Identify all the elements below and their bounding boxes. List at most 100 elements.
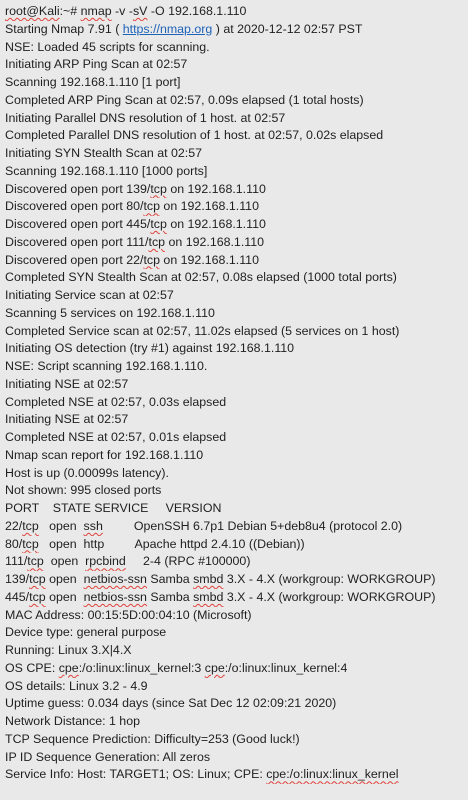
- spellcheck-flagged-word: sV: [132, 4, 148, 18]
- line-text: :/o:linux:linux_kernel:3: [78, 660, 205, 675]
- line-text: NSE: Script scanning 192.168.1.110.: [5, 359, 208, 373]
- line-text: Initiating ARP Ping Scan at 02:57: [5, 57, 188, 72]
- terminal-line: Device type: general purpose: [5, 624, 468, 642]
- spellcheck-flagged-word: tcp: [143, 199, 160, 214]
- line-text: Initiating Parallel DNS resolution of 1 …: [5, 110, 286, 125]
- line-text: open: [43, 554, 86, 569]
- terminal-line: Network Distance: 1 hop: [5, 713, 468, 731]
- spellcheck-flagged-word: smbd: [193, 572, 224, 586]
- spellcheck-flagged-word: root@Kali: [5, 4, 60, 18]
- terminal-line: Completed NSE at 02:57, 0.03s elapsed: [5, 394, 468, 412]
- terminal-line: Not shown: 995 closed ports: [5, 482, 468, 500]
- line-text: Scanning 5 services on 192.168.1.110: [5, 305, 215, 320]
- line-text: Uptime guess: 0.034 days (since Sat Dec …: [5, 696, 337, 711]
- line-text: 3.X - 4.X (workgroup: WORKGROUP): [223, 589, 436, 604]
- terminal-line: Completed Service scan at 02:57, 11.02s …: [5, 323, 468, 341]
- line-text: Samba: [146, 589, 194, 604]
- spellcheck-flagged-word: tcp: [150, 217, 167, 231]
- terminal-line: Discovered open port 139/tcp on 192.168.…: [5, 181, 468, 199]
- line-text: Completed SYN Stealth Scan at 02:57, 0.0…: [5, 270, 397, 285]
- line-text: -O 192.168.1.110: [147, 4, 247, 18]
- line-text: NSE: Loaded 45 scripts for scanning.: [5, 39, 210, 54]
- spellcheck-flagged-word: smbd: [193, 589, 224, 604]
- line-text: Initiating Service scan at 02:57: [5, 288, 174, 302]
- line-text: Discovered open port 80/: [5, 199, 144, 214]
- line-text: on 192.168.1.110: [165, 234, 265, 249]
- terminal-line: Scanning 192.168.1.110 [1 port]: [5, 74, 468, 92]
- terminal-line: Running: Linux 3.X|4.X: [5, 642, 468, 660]
- terminal-line: PORT STATE SERVICE VERSION: [5, 500, 468, 518]
- spellcheck-flagged-word: ssh: [83, 518, 103, 533]
- terminal-line: Starting Nmap 7.91 ( https://nmap.org ) …: [5, 21, 468, 39]
- terminal-output[interactable]: root@Kali:~# nmap -v -sV -O 192.168.1.11…: [0, 0, 468, 800]
- terminal-line: NSE: Loaded 45 scripts for scanning.: [5, 39, 468, 57]
- line-text: 111/: [5, 554, 28, 569]
- spellcheck-flagged-word: tcp: [143, 252, 160, 267]
- terminal-line: Initiating NSE at 02:57: [5, 376, 468, 394]
- line-text: open http Apache httpd 2.4.10 ((Debian)): [38, 536, 305, 551]
- terminal-line: Service Info: Host: TARGET1; OS: Linux; …: [5, 766, 468, 784]
- line-text: MAC Address: 00:15:5D:00:04:10 (Microsof…: [5, 607, 252, 622]
- line-text: on 192.168.1.110: [159, 199, 259, 214]
- spellcheck-flagged-word: tcp: [150, 181, 167, 196]
- terminal-line: Nmap scan report for 192.168.1.110: [5, 447, 468, 465]
- line-text: Discovered open port 445/: [5, 217, 151, 231]
- line-text: on 192.168.1.110: [166, 181, 266, 196]
- line-text: Scanning 192.168.1.110 [1000 ports]: [5, 163, 208, 178]
- terminal-line: Initiating NSE at 02:57: [5, 411, 468, 429]
- terminal-line: 22/tcp open ssh OpenSSH 6.7p1 Debian 5+d…: [5, 518, 468, 536]
- line-text: Completed Parallel DNS resolution of 1 h…: [5, 128, 384, 143]
- terminal-line: 445/tcp open netbios-ssn Samba smbd 3.X …: [5, 589, 468, 607]
- line-text: Initiating NSE at 02:57: [5, 376, 129, 391]
- line-text: Device type: general purpose: [5, 625, 167, 640]
- line-text: :~#: [59, 4, 81, 18]
- spellcheck-flagged-word: tcp: [22, 518, 39, 533]
- spellcheck-flagged-word: tcp: [22, 536, 39, 551]
- spellcheck-flagged-word: tcp: [29, 572, 46, 586]
- line-text: 445/: [5, 589, 30, 604]
- terminal-line: Completed ARP Ping Scan at 02:57, 0.09s …: [5, 92, 468, 110]
- line-text: Starting Nmap 7.91 (: [5, 21, 123, 36]
- spellcheck-flagged-word: tcp: [29, 589, 46, 604]
- line-text: Running: Linux 3.X|4.X: [5, 643, 132, 657]
- terminal-line: Discovered open port 80/tcp on 192.168.1…: [5, 198, 468, 216]
- line-text: 80/: [5, 536, 23, 551]
- line-text: Discovered open port 22/: [5, 252, 144, 267]
- url-link[interactable]: https://nmap.org: [123, 22, 213, 36]
- line-text: Nmap scan report for 192.168.1.110: [5, 447, 204, 462]
- line-text: Completed NSE at 02:57, 0.03s elapsed: [5, 394, 227, 409]
- line-text: Discovered open port 139/: [5, 181, 151, 196]
- line-text: open: [38, 518, 84, 533]
- spellcheck-flagged-word: netbios-ssn: [83, 572, 147, 586]
- terminal-line: Initiating SYN Stealth Scan at 02:57: [5, 145, 468, 163]
- terminal-line: MAC Address: 00:15:5D:00:04:10 (Microsof…: [5, 607, 468, 625]
- terminal-line: Completed Parallel DNS resolution of 1 h…: [5, 127, 468, 145]
- terminal-line: 111/tcp open rpcbind 2-4 (RPC #100000): [5, 553, 468, 571]
- line-text: TCP Sequence Prediction: Difficulty=253 …: [5, 731, 300, 746]
- line-text: Network Distance: 1 hop: [5, 714, 140, 728]
- terminal-line: TCP Sequence Prediction: Difficulty=253 …: [5, 731, 468, 749]
- terminal-line: Initiating Service scan at 02:57: [5, 287, 468, 305]
- terminal-line: Uptime guess: 0.034 days (since Sat Dec …: [5, 695, 468, 713]
- terminal-line: IP ID Sequence Generation: All zeros: [5, 749, 468, 767]
- terminal-line: Initiating OS detection (try #1) against…: [5, 340, 468, 358]
- terminal-line: 80/tcp open http Apache httpd 2.4.10 ((D…: [5, 536, 468, 554]
- spellcheck-flagged-word: nmap: [80, 4, 112, 18]
- line-text: on 192.168.1.110: [159, 252, 259, 267]
- line-text: ) at 2020-12-12 02:57 PST: [212, 21, 363, 36]
- terminal-line: Scanning 192.168.1.110 [1000 ports]: [5, 163, 468, 181]
- line-text: OS details: Linux 3.2 - 4.9: [5, 678, 148, 693]
- line-text: on 192.168.1.110: [166, 217, 266, 231]
- terminal-line: NSE: Script scanning 192.168.1.110.: [5, 358, 468, 376]
- line-text: -v -: [111, 4, 133, 18]
- line-text: Completed ARP Ping Scan at 02:57, 0.09s …: [5, 92, 364, 107]
- line-text: open: [45, 572, 84, 586]
- line-text: Discovered open port 111/: [5, 234, 149, 249]
- spellcheck-flagged-word: tcp: [148, 234, 166, 249]
- line-text: Completed NSE at 02:57, 0.01s elapsed: [5, 430, 227, 444]
- line-text: 3.X - 4.X (workgroup: WORKGROUP): [223, 572, 436, 586]
- line-text: Samba: [146, 572, 194, 586]
- line-text: 139/: [5, 572, 30, 586]
- spellcheck-flagged-word: cpe:/o:linux:linux_kernel: [266, 767, 399, 782]
- line-text: OpenSSH 6.7p1 Debian 5+deb8u4 (protocol …: [102, 518, 403, 533]
